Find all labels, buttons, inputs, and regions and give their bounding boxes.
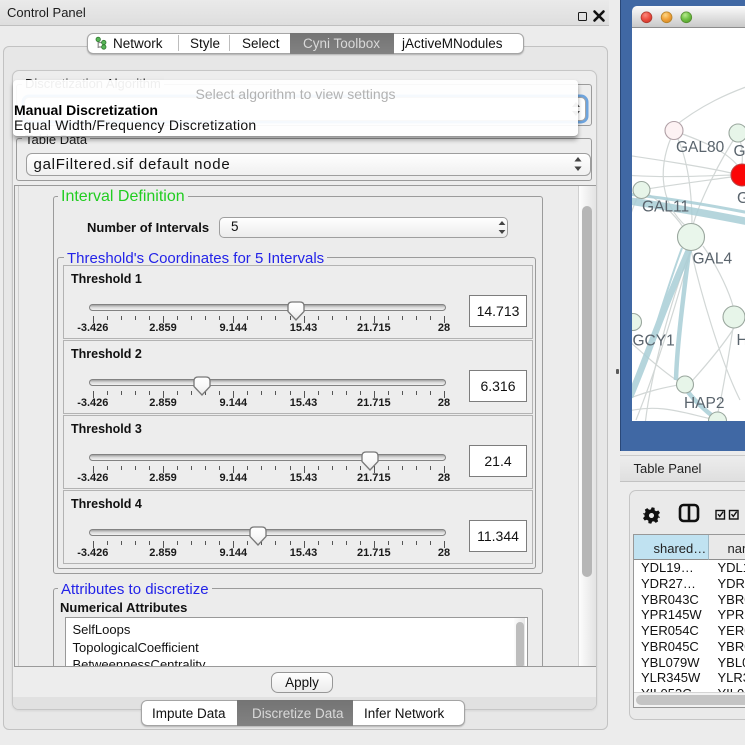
svg-text:GA: GA — [737, 190, 745, 207]
svg-text:GAL11: GAL11 — [642, 199, 689, 216]
svg-text:HAP2: HAP2 — [684, 395, 725, 412]
svg-text:GAL80: GAL80 — [676, 139, 725, 156]
svg-text:GAL8: GAL8 — [734, 143, 745, 160]
svg-text:H: H — [737, 332, 745, 349]
svg-text:GCY1: GCY1 — [633, 333, 675, 350]
svg-text:GAL4: GAL4 — [693, 251, 733, 268]
